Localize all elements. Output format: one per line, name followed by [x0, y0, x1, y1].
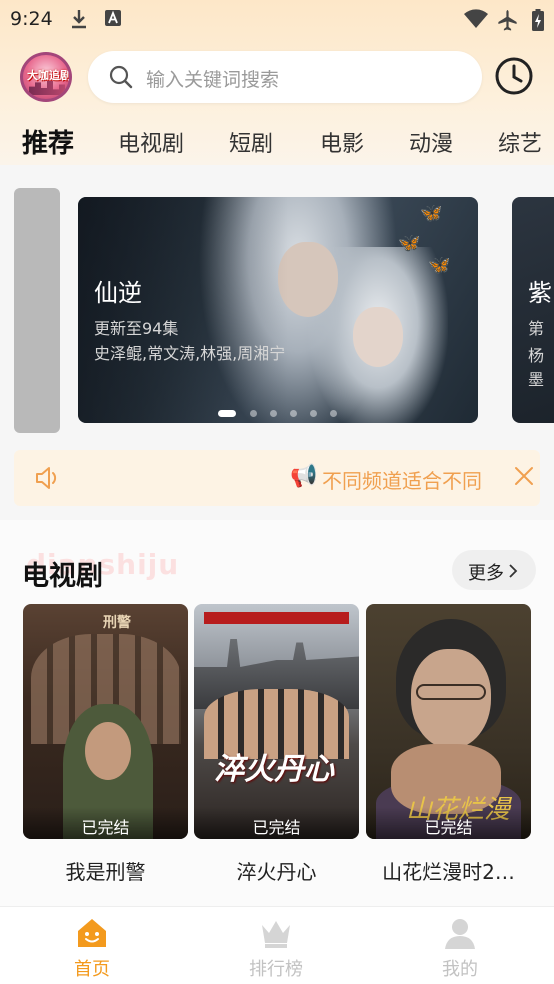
series-title: 我是刑警 [65, 860, 146, 884]
more-label: 更多 [468, 563, 504, 584]
poster-art [204, 612, 349, 624]
series-card[interactable]: 山花烂漫 已完结 山花烂漫时2… [366, 604, 531, 884]
app-logo[interactable]: 大咖追剧 [20, 52, 72, 102]
status-badge: 已完结 [23, 807, 188, 839]
bottom-nav: 首页 排行榜 我的 [0, 906, 554, 984]
status-badge: 已完结 [194, 807, 359, 839]
search-placeholder: 输入关键词搜索 [146, 69, 280, 91]
status-bar: 9:24 [0, 0, 554, 38]
tab-movie[interactable]: 电影 [320, 126, 364, 158]
megaphone-icon: 📢 [290, 464, 318, 489]
download-icon [70, 9, 88, 33]
series-poster[interactable]: 刑警 已完结 [23, 604, 188, 839]
poster-logo-text: 刑警 [103, 615, 131, 631]
tab-variety[interactable]: 综艺 [498, 126, 542, 158]
series-card[interactable]: 刑警 已完结 我是刑警 [23, 604, 188, 884]
banner-art [353, 307, 403, 367]
speaker-icon [34, 465, 62, 495]
series-title: 淬火丹心 [236, 860, 317, 884]
search-bar[interactable]: 输入关键词搜索 [88, 51, 482, 103]
series-title: 山花烂漫时2… [382, 860, 515, 884]
nav-label: 排行榜 [249, 959, 303, 980]
banner-cast: 史泽鲲,常文涛,林强,周湘宁 [94, 344, 286, 363]
notice-text: 不同频道适合不同 [322, 469, 482, 493]
tab-tv-series[interactable]: 电视剧 [118, 126, 184, 158]
poster-logo-text: 淬火丹心 [214, 752, 334, 787]
carousel-dot[interactable] [250, 410, 257, 417]
series-poster[interactable]: 山花烂漫 已完结 [366, 604, 531, 839]
status-badge-label: 已完结 [424, 818, 473, 837]
status-badge-label: 已完结 [81, 818, 130, 837]
carousel-dot-active[interactable] [218, 410, 236, 417]
banner-update-status: 更新至94集 [94, 319, 179, 338]
text-notification-icon [104, 9, 122, 31]
butterfly-icon: 🦋 [398, 233, 421, 254]
butterfly-icon: 🦋 [420, 203, 443, 224]
history-icon[interactable] [494, 56, 534, 100]
tab-anime[interactable]: 动漫 [409, 126, 453, 158]
banner-slide[interactable]: 🦋 🦋 🦋 仙逆 更新至94集 史泽鲲,常文涛,林强,周湘宁 [78, 197, 478, 423]
carousel-dot[interactable] [310, 410, 317, 417]
wifi-icon [464, 9, 488, 33]
nav-home[interactable]: 首页 [0, 907, 184, 984]
banner-next-peek[interactable]: 紫 第 杨 墨 [512, 197, 554, 423]
nav-profile[interactable]: 我的 [368, 907, 552, 984]
more-button[interactable]: 更多 [452, 550, 536, 590]
poster-art [85, 722, 131, 780]
poster-art [416, 684, 486, 700]
nav-ranking[interactable]: 排行榜 [184, 907, 368, 984]
banner-prev-peek[interactable] [14, 188, 60, 433]
crown-icon [258, 915, 294, 955]
nav-label: 我的 [442, 959, 478, 980]
tab-label: 推荐 [22, 129, 75, 159]
carousel-dot[interactable] [270, 410, 277, 417]
chevron-right-icon [508, 563, 518, 583]
section-title: 电视剧 [22, 561, 103, 592]
airplane-mode-icon [496, 9, 518, 35]
close-icon[interactable] [514, 466, 534, 490]
search-icon [108, 64, 134, 94]
banner-next-line: 杨 [528, 346, 545, 365]
series-card[interactable]: 淬火丹心 已完结 淬火丹心 [194, 604, 359, 884]
category-tabs: 推荐 电视剧 短剧 电影 动漫 综艺 [0, 118, 554, 164]
home-icon [74, 915, 110, 955]
status-time: 9:24 [10, 8, 53, 30]
nav-label: 首页 [74, 959, 110, 980]
banner-shade [78, 197, 288, 423]
banner-next-line: 第 [528, 319, 545, 338]
banner-next-title: 紫 [528, 279, 552, 307]
carousel-dot[interactable] [330, 410, 337, 417]
logo-skyline [29, 81, 65, 95]
series-poster[interactable]: 淬火丹心 已完结 [194, 604, 359, 839]
carousel-dot[interactable] [290, 410, 297, 417]
battery-icon [532, 9, 544, 35]
user-icon [442, 915, 478, 955]
butterfly-icon: 🦋 [428, 255, 451, 276]
banner-title: 仙逆 [94, 279, 142, 307]
banner-next-line: 墨 [528, 370, 545, 389]
status-badge-label: 已完结 [252, 818, 301, 837]
status-badge: 已完结 [366, 807, 531, 839]
tab-short-drama[interactable]: 短剧 [229, 126, 273, 158]
notice-bar[interactable]: 📢 不同频道适合不同 [14, 450, 540, 506]
logo-text: 大咖追剧 [27, 69, 71, 82]
tab-recommend[interactable]: 推荐 [22, 123, 74, 160]
